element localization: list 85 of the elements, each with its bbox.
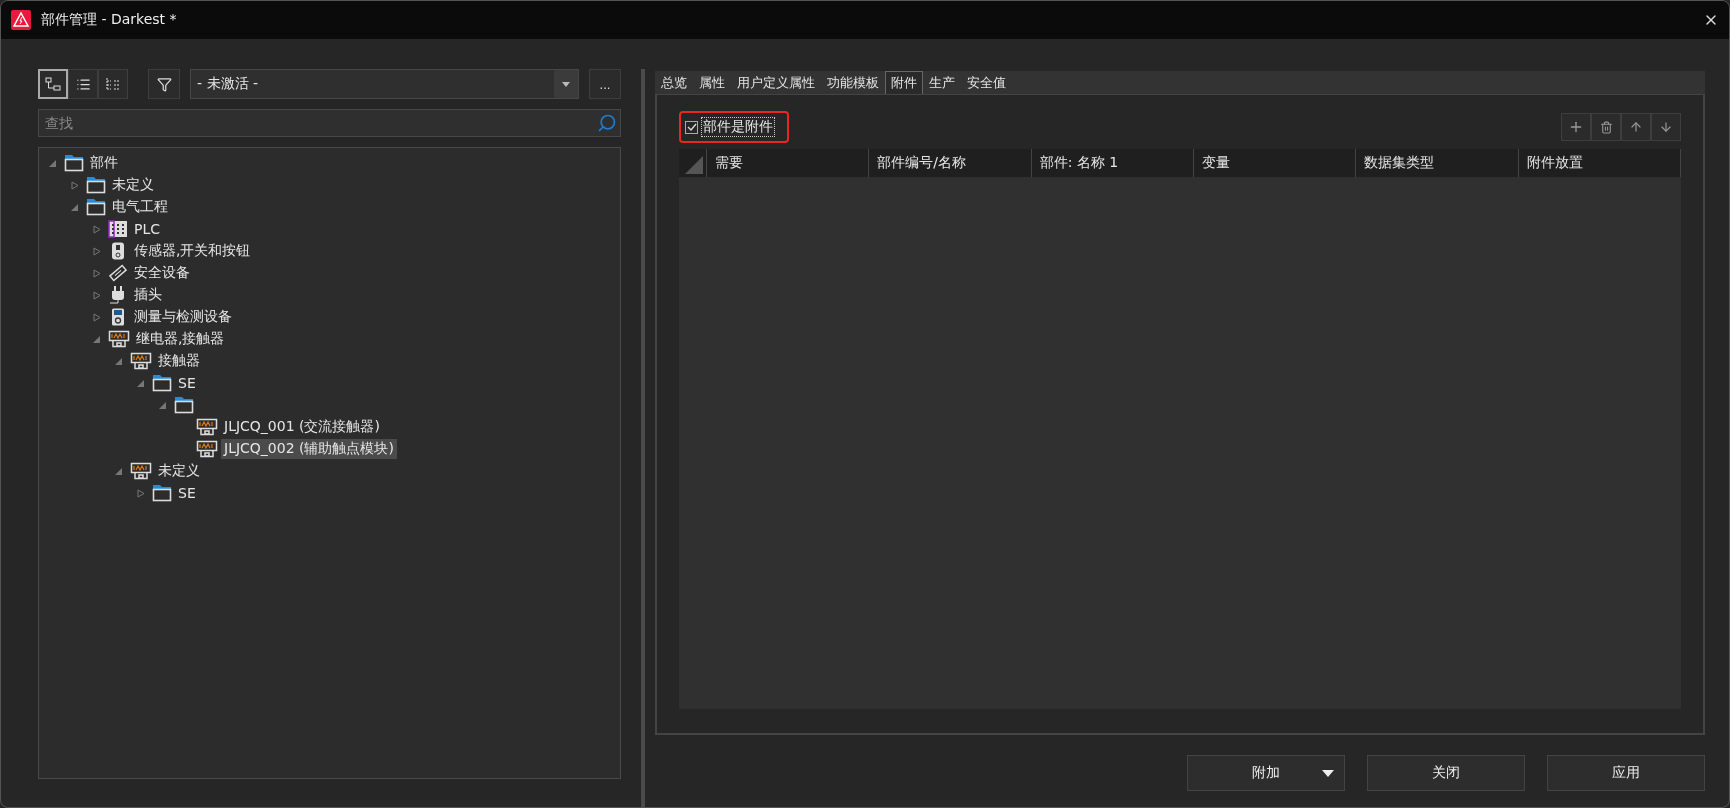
collapse-arrow-icon[interactable] xyxy=(71,202,79,212)
collapse-arrow-icon[interactable] xyxy=(115,466,123,476)
filter-icon xyxy=(156,76,172,92)
dialog-button[interactable]: 应用 xyxy=(1547,755,1705,791)
filter-dropdown[interactable]: - 未激活 - xyxy=(190,69,579,99)
tree-item[interactable]: 接触器 xyxy=(155,351,203,371)
tree-item[interactable]: 测量与检测设备 xyxy=(131,307,235,327)
tree-item[interactable]: SE xyxy=(175,374,199,392)
relay-icon xyxy=(196,418,218,436)
tree-item[interactable]: 部件 xyxy=(87,153,121,173)
fuse-icon xyxy=(108,264,128,282)
caret-icon xyxy=(1322,769,1334,777)
folder-icon xyxy=(174,396,194,414)
tree-item[interactable]: 安全设备 xyxy=(131,263,193,283)
expand-arrow-icon[interactable] xyxy=(93,312,101,322)
collapse-arrow-icon[interactable] xyxy=(49,158,57,168)
tree-item[interactable]: PLC xyxy=(131,220,164,238)
tree-item[interactable]: JLJCQ_001 (交流接触器) xyxy=(221,417,383,437)
column-header[interactable]: 数据集类型 xyxy=(1356,149,1519,177)
view-button[interactable] xyxy=(38,69,68,99)
relay-icon xyxy=(108,330,130,348)
arrow-up-icon xyxy=(1629,120,1643,134)
dialog-button[interactable]: 附加 xyxy=(1187,755,1345,791)
folder-icon xyxy=(64,154,84,172)
tree-item[interactable]: 传感器,开关和按钮 xyxy=(131,241,254,261)
caret-icon xyxy=(562,81,570,87)
tab[interactable]: 安全值 xyxy=(961,71,1012,94)
dialog-button[interactable]: 关闭 xyxy=(1367,755,1525,791)
folder-icon xyxy=(86,198,106,216)
collapse-arrow-icon[interactable] xyxy=(159,400,167,410)
tree-item[interactable]: 未定义 xyxy=(109,175,157,195)
column-header[interactable]: 需要 xyxy=(707,149,870,177)
tab[interactable]: 属性 xyxy=(693,71,731,94)
expand-arrow-icon[interactable] xyxy=(71,180,79,190)
tree-item[interactable]: 继电器,接触器 xyxy=(133,329,228,349)
relay-icon xyxy=(130,462,152,480)
column-header[interactable]: 部件编号/名称 xyxy=(869,149,1032,177)
delete-icon xyxy=(1599,120,1613,134)
tree-item[interactable]: 插头 xyxy=(131,285,165,305)
plc-module-icon xyxy=(108,220,128,238)
relay-icon xyxy=(196,440,218,458)
tree-view-icon xyxy=(45,77,61,91)
folder-icon xyxy=(152,484,172,502)
expand-arrow-icon[interactable] xyxy=(93,224,101,234)
arrow-down-icon xyxy=(1659,120,1673,134)
tree-item[interactable]: JLJCQ_002 (辅助触点模块) xyxy=(221,439,397,459)
expand-arrow-icon[interactable] xyxy=(93,290,101,300)
app-logo-icon xyxy=(11,10,31,30)
tree-item[interactable]: 未定义 xyxy=(155,461,203,481)
column-header[interactable]: 附件放置 xyxy=(1518,149,1681,177)
toolbar-button[interactable] xyxy=(1651,113,1681,141)
view-button[interactable] xyxy=(98,69,128,99)
select-all-corner-icon xyxy=(685,156,703,174)
detail-view-icon xyxy=(105,77,121,91)
collapse-arrow-icon[interactable] xyxy=(93,334,101,344)
relay-icon xyxy=(130,352,152,370)
tab[interactable]: 附件 xyxy=(885,71,923,94)
toolbar-button[interactable] xyxy=(1591,113,1621,141)
expand-arrow-icon[interactable] xyxy=(93,268,101,278)
folder-icon xyxy=(152,374,172,392)
more-button[interactable]: ... xyxy=(589,69,621,99)
toolbar-button[interactable] xyxy=(1561,113,1591,141)
expand-arrow-icon[interactable] xyxy=(93,246,101,256)
tab[interactable]: 生产 xyxy=(923,71,961,94)
tab[interactable]: 用户定义属性 xyxy=(731,71,821,94)
tab[interactable]: 功能模板 xyxy=(821,71,885,94)
search-field[interactable]: 查找 xyxy=(38,109,621,137)
collapse-arrow-icon[interactable] xyxy=(115,356,123,366)
tree-item[interactable]: 电气工程 xyxy=(109,197,171,217)
plus-icon xyxy=(1568,119,1584,135)
collapse-arrow-icon[interactable] xyxy=(137,378,145,388)
column-header[interactable]: 部件: 名称 1 xyxy=(1031,149,1194,177)
window-title: 部件管理 - Darkest * xyxy=(41,11,178,29)
search-icon xyxy=(597,113,617,133)
toolbar-button[interactable] xyxy=(1621,113,1651,141)
column-header[interactable]: 变量 xyxy=(1194,149,1357,177)
checkbox-label[interactable]: 部件是附件 xyxy=(701,117,775,137)
filter-button[interactable] xyxy=(148,69,180,99)
tab[interactable]: 总览 xyxy=(655,71,693,94)
checkbox[interactable] xyxy=(685,120,698,134)
view-button[interactable] xyxy=(68,69,98,99)
folder-icon xyxy=(86,176,106,194)
tree-item[interactable]: SE xyxy=(175,484,199,502)
expand-arrow-icon[interactable] xyxy=(137,488,145,498)
list-view-icon xyxy=(75,76,91,92)
